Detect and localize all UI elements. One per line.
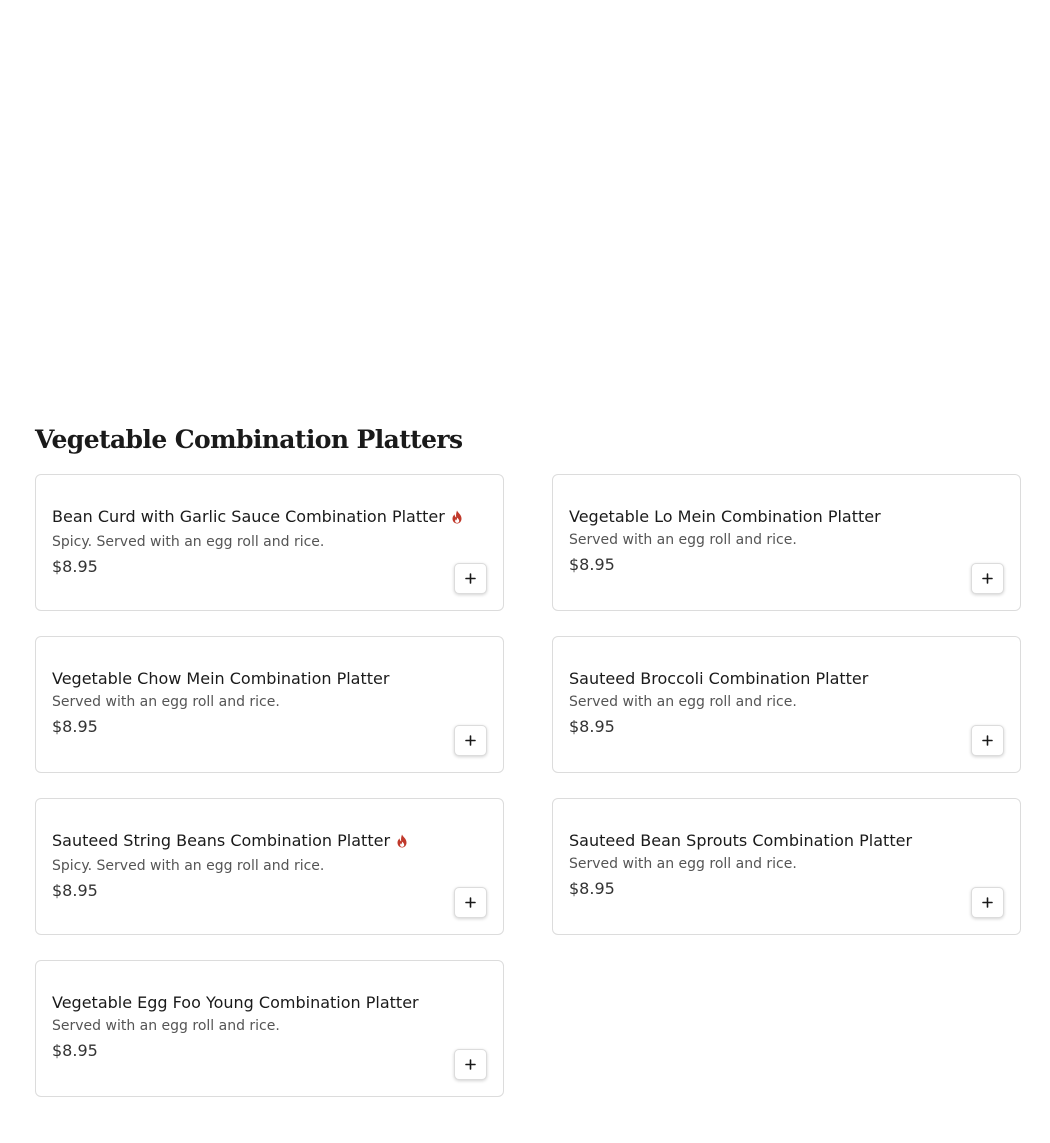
plus-icon [982, 573, 993, 584]
menu-item-title-row: Sauteed String Beans Combination Platter [52, 831, 487, 851]
flame-icon [396, 834, 408, 848]
menu-item-card[interactable]: Vegetable Egg Foo Young Combination Plat… [35, 960, 504, 1097]
menu-item-title-row: Vegetable Egg Foo Young Combination Plat… [52, 993, 487, 1013]
add-to-cart-button[interactable] [971, 725, 1004, 756]
menu-item-name: Sauteed Bean Sprouts Combination Platter [569, 831, 913, 850]
menu-item-card[interactable]: Sauteed Broccoli Combination Platter Ser… [552, 636, 1021, 773]
add-to-cart-button[interactable] [971, 563, 1004, 594]
menu-item-card[interactable]: Vegetable Lo Mein Combination Platter Se… [552, 474, 1021, 611]
menu-item-description: Served with an egg roll and rice. [569, 856, 797, 872]
menu-item-title-row: Sauteed Broccoli Combination Platter [569, 669, 1004, 689]
menu-item-name: Sauteed Broccoli Combination Platter [569, 669, 869, 688]
plus-icon [465, 1059, 476, 1070]
menu-section: Vegetable Combination Platters Bean Curd… [35, 418, 1021, 1097]
plus-icon [465, 735, 476, 746]
menu-item-name: Sauteed String Beans Combination Platter [52, 831, 391, 850]
add-to-cart-button[interactable] [454, 563, 487, 594]
menu-item-price: $8.95 [52, 557, 98, 576]
menu-item-name: Vegetable Chow Mein Combination Platter [52, 669, 390, 688]
menu-item-card[interactable]: Vegetable Chow Mein Combination Platter … [35, 636, 504, 773]
add-to-cart-button[interactable] [454, 725, 487, 756]
menu-item-title-row: Sauteed Bean Sprouts Combination Platter [569, 831, 1004, 851]
menu-item-price: $8.95 [569, 555, 615, 574]
flame-icon [451, 510, 463, 524]
menu-item-card[interactable]: Bean Curd with Garlic Sauce Combination … [35, 474, 504, 611]
menu-item-price: $8.95 [569, 879, 615, 898]
menu-item-card[interactable]: Sauteed String Beans Combination Platter… [35, 798, 504, 935]
plus-icon [465, 897, 476, 908]
menu-item-description: Served with an egg roll and rice. [52, 694, 280, 710]
menu-item-name: Bean Curd with Garlic Sauce Combination … [52, 507, 445, 526]
menu-item-title-row: Bean Curd with Garlic Sauce Combination … [52, 507, 487, 527]
menu-item-price: $8.95 [569, 717, 615, 736]
add-to-cart-button[interactable] [971, 887, 1004, 918]
add-to-cart-button[interactable] [454, 887, 487, 918]
menu-item-name: Vegetable Egg Foo Young Combination Plat… [52, 993, 419, 1012]
plus-icon [982, 897, 993, 908]
menu-item-description: Served with an egg roll and rice. [569, 694, 797, 710]
menu-item-title-row: Vegetable Lo Mein Combination Platter [569, 507, 1004, 527]
plus-icon [982, 735, 993, 746]
menu-item-grid: Bean Curd with Garlic Sauce Combination … [35, 474, 1021, 1097]
add-to-cart-button[interactable] [454, 1049, 487, 1080]
menu-item-price: $8.95 [52, 1041, 98, 1060]
menu-item-description: Served with an egg roll and rice. [52, 1018, 280, 1034]
menu-item-description: Spicy. Served with an egg roll and rice. [52, 534, 325, 550]
menu-item-card[interactable]: Sauteed Bean Sprouts Combination Platter… [552, 798, 1021, 935]
menu-item-name: Vegetable Lo Mein Combination Platter [569, 507, 881, 526]
plus-icon [465, 573, 476, 584]
menu-item-description: Served with an egg roll and rice. [569, 532, 797, 548]
menu-item-title-row: Vegetable Chow Mein Combination Platter [52, 669, 487, 689]
section-title: Vegetable Combination Platters [35, 425, 463, 454]
menu-item-price: $8.95 [52, 881, 98, 900]
menu-item-description: Spicy. Served with an egg roll and rice. [52, 858, 325, 874]
menu-item-price: $8.95 [52, 717, 98, 736]
